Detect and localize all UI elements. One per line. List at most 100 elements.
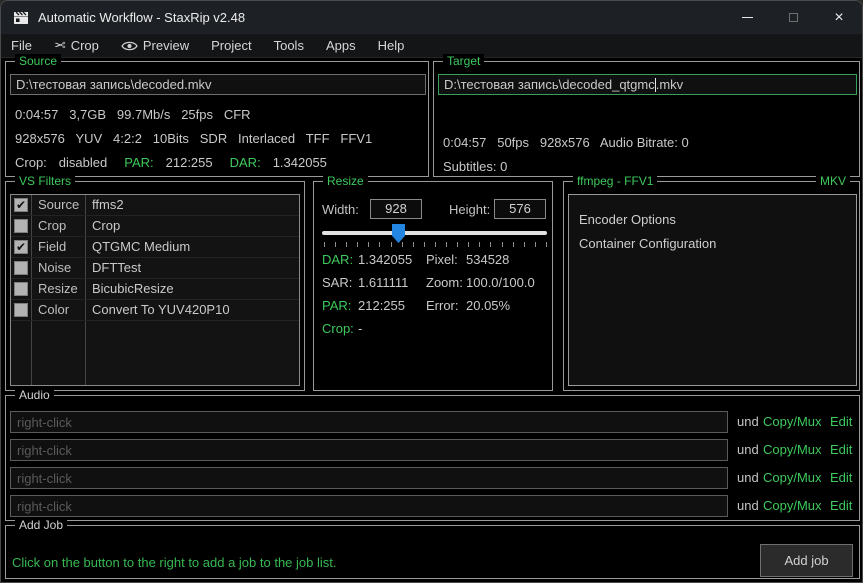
sar-label: SAR:: [322, 275, 352, 290]
eye-icon: [121, 40, 138, 52]
source-crop-value: disabled: [59, 155, 107, 170]
close-button[interactable]: ×: [816, 1, 862, 34]
menu-file[interactable]: File: [11, 38, 32, 53]
filter-row-crop[interactable]: Crop Crop: [11, 216, 299, 237]
filter-row-source[interactable]: ✔ Source ffms2: [11, 195, 299, 216]
audio-track-field[interactable]: right-click: [10, 411, 728, 433]
copy-mux-link[interactable]: Copy/Mux: [763, 470, 822, 485]
filter-checkbox[interactable]: [14, 219, 28, 233]
audio-placeholder: right-click: [17, 499, 72, 514]
width-label: Width:: [322, 202, 359, 217]
target-path-field[interactable]: D:\тестовая запись\decoded_qtgmc.mkv: [438, 74, 857, 95]
minimize-icon: [742, 17, 753, 18]
target-info-line1: 0:04:57 50fps 928x576 Audio Bitrate: 0: [443, 135, 689, 150]
maximize-button[interactable]: [770, 1, 816, 34]
filter-value[interactable]: DFTTest: [92, 260, 141, 275]
filter-row-noise[interactable]: Noise DFTTest: [11, 258, 299, 279]
target-info-line2: Subtitles: 0: [443, 159, 507, 174]
audio-language-label: und: [737, 442, 759, 457]
source-path-text: D:\тестовая запись\decoded.mkv: [16, 77, 212, 92]
target-group: Target D:\тестовая запись\decoded_qtgmc.…: [433, 61, 860, 177]
edit-link[interactable]: Edit: [830, 414, 852, 429]
pixel-label: Pixel:: [426, 252, 458, 267]
filter-category: Noise: [38, 260, 71, 275]
filter-category: Field: [38, 239, 66, 254]
source-info-line1: 0:04:57 3,7GB 99.7Mb/s 25fps CFR: [15, 107, 251, 122]
scissors-icon: ✂: [54, 37, 66, 54]
add-job-hint: Click on the button to the right to add …: [12, 555, 336, 570]
error-label: Error:: [426, 298, 459, 313]
height-input[interactable]: 576: [494, 199, 546, 219]
source-dar-value: 1.342055: [273, 155, 327, 170]
audio-placeholder: right-click: [17, 415, 72, 430]
window-title: Automatic Workflow - StaxRip v2.48: [38, 10, 245, 25]
filter-category: Source: [38, 197, 79, 212]
dar-value: 1.342055: [358, 252, 412, 267]
audio-group-title: Audio: [15, 388, 54, 402]
edit-link[interactable]: Edit: [830, 470, 852, 485]
resize-slider-track[interactable]: [322, 231, 547, 235]
filter-checkbox[interactable]: ✔: [14, 198, 28, 212]
filter-value[interactable]: Convert To YUV420P10: [92, 302, 230, 317]
audio-language-label: und: [737, 498, 759, 513]
add-job-group-title: Add Job: [15, 518, 67, 532]
audio-placeholder: right-click: [17, 471, 72, 486]
audio-track-field[interactable]: right-click: [10, 495, 728, 517]
menu-apps[interactable]: Apps: [326, 38, 356, 53]
resize-slider-thumb[interactable]: [392, 224, 405, 243]
edit-link[interactable]: Edit: [830, 498, 852, 513]
resize-group: Resize Width: 928 Height: 576 DAR: 1.342…: [313, 181, 553, 391]
staxrip-window: Automatic Workflow - StaxRip v2.48 × Fil…: [0, 0, 863, 583]
filter-value[interactable]: BicubicResize: [92, 281, 174, 296]
encoder-options-link[interactable]: Encoder Options: [579, 212, 676, 227]
filter-row-color[interactable]: Color Convert To YUV420P10: [11, 300, 299, 321]
copy-mux-link[interactable]: Copy/Mux: [763, 414, 822, 429]
menu-crop[interactable]: ✂ Crop: [54, 37, 99, 54]
source-crop-label: Crop:: [15, 155, 47, 170]
crop-value: -: [358, 321, 362, 336]
copy-mux-link[interactable]: Copy/Mux: [763, 498, 822, 513]
source-group: Source D:\тестовая запись\decoded.mkv 0:…: [5, 61, 429, 177]
menu-help[interactable]: Help: [378, 38, 405, 53]
vs-filters-table: ✔ Source ffms2 Crop Crop ✔ Field QTGMC M…: [10, 194, 300, 386]
audio-track-field[interactable]: right-click: [10, 439, 728, 461]
menu-tools[interactable]: Tools: [274, 38, 304, 53]
filter-value[interactable]: Crop: [92, 218, 120, 233]
menu-project[interactable]: Project: [211, 38, 251, 53]
resize-stats-row: PAR: 212:255 Error: 20.05%: [314, 298, 552, 314]
minimize-button[interactable]: [724, 1, 770, 34]
error-value: 20.05%: [466, 298, 510, 313]
source-info-line3: Crop: disabled PAR: 212:255 DAR: 1.34205…: [15, 155, 327, 170]
vs-filters-group-title: VS Filters: [15, 174, 75, 188]
source-par-label: PAR:: [124, 155, 153, 170]
filter-value[interactable]: ffms2: [92, 197, 124, 212]
filter-checkbox[interactable]: ✔: [14, 240, 28, 254]
filter-row-field[interactable]: ✔ Field QTGMC Medium: [11, 237, 299, 258]
dar-label: DAR:: [322, 252, 353, 267]
par-label: PAR:: [322, 298, 351, 313]
container-format-label[interactable]: MKV: [816, 174, 850, 188]
audio-placeholder: right-click: [17, 443, 72, 458]
add-job-button[interactable]: Add job: [760, 544, 853, 577]
menu-preview[interactable]: Preview: [121, 38, 189, 53]
copy-mux-link[interactable]: Copy/Mux: [763, 442, 822, 457]
source-par-value: 212:255: [166, 155, 213, 170]
resize-stats-row: DAR: 1.342055 Pixel: 534528: [314, 252, 552, 268]
filter-checkbox[interactable]: [14, 261, 28, 275]
edit-link[interactable]: Edit: [830, 442, 852, 457]
audio-track-field[interactable]: right-click: [10, 467, 728, 489]
width-input[interactable]: 928: [370, 199, 422, 219]
filter-checkbox[interactable]: [14, 282, 28, 296]
target-group-title: Target: [443, 54, 484, 68]
container-configuration-link[interactable]: Container Configuration: [579, 236, 716, 251]
clapperboard-icon: [13, 10, 29, 26]
filter-checkbox[interactable]: [14, 303, 28, 317]
height-label: Height:: [449, 202, 490, 217]
filter-value[interactable]: QTGMC Medium: [92, 239, 190, 254]
add-job-group: Add Job Click on the button to the right…: [5, 525, 860, 579]
filter-row-resize[interactable]: Resize BicubicResize: [11, 279, 299, 300]
audio-language-label: und: [737, 470, 759, 485]
resize-group-title: Resize: [323, 174, 368, 188]
menubar: File ✂ Crop Preview Project Tools Apps H…: [1, 34, 862, 58]
source-path-field[interactable]: D:\тестовая запись\decoded.mkv: [10, 74, 426, 95]
